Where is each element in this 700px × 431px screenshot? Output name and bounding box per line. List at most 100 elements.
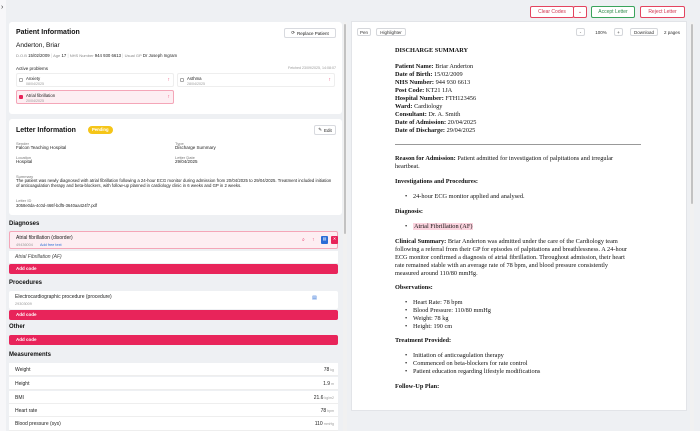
document-icon[interactable]: ▤ [311,295,318,303]
treatment-item: Commenced on beta-blockers for rate cont… [405,360,527,367]
problem-name: Atrial fibrillation [26,93,56,98]
investigations-title: Investigations and Procedures: [395,178,479,185]
value-unit: mmHg [323,422,334,426]
age-value: 17 [61,53,67,58]
download-label: Download [633,29,654,35]
field-value: Briar Anderton [435,63,474,70]
procedures-title: Procedures [9,280,43,286]
clinical-text: Briar Anderton was admitted under the ca… [447,238,618,245]
nhs-label: NHS Number [69,53,94,58]
problem-checkbox-checked[interactable] [19,95,23,99]
measurement-row-heart-rate[interactable]: Heart rate 78bpm [9,404,338,417]
add-free-text-link[interactable]: Add free text [40,243,62,247]
treatment-title: Treatment Provided: [395,337,452,344]
measurement-row-blood-pressure[interactable]: Blood pressure (sys) 110mmHg [9,417,338,431]
procedure-item[interactable]: Electrocardiographic procedure (procedur… [9,291,338,309]
patient-name: Anderton, Briar [16,42,60,49]
document-icon[interactable]: ▤ [321,236,328,244]
letter-info-title: Letter Information [16,127,76,134]
measurement-row-height[interactable]: Height 1.9m [9,377,338,390]
field-label: Hospital Number: [395,95,444,102]
diagnosis-highlighted-text[interactable]: Atrial Fibrillation (AF) [413,223,474,230]
doc-field-ward: Ward: Cardiology [395,103,442,110]
zoom-out-button[interactable]: - [576,28,585,36]
measurement-row-weight[interactable]: Weight 78kg [9,363,338,376]
diagnosis-subitem-text: Atrial Fibrillation (AF) [15,254,62,260]
accept-letter-button[interactable]: Accept Letter [591,6,635,18]
field-value: 944 930 6613 [435,79,471,86]
add-diagnosis-code-button[interactable]: Add code [9,264,338,274]
viewer-scroll-thumb[interactable] [691,24,693,204]
patient-info-title: Patient Information [16,29,80,36]
doc-field-dob: Date of Birth: 15/02/2009 [395,71,463,78]
field-value: KT21 1JA [425,87,453,94]
clear-codes-button[interactable]: Clear Codes [530,6,574,18]
document-title: DISCHARGE SUMMARY [395,47,469,54]
arrow-up-icon[interactable]: ↑ [168,94,171,100]
diagnosis-name: Atrial fibrillation (disorder) [16,235,73,241]
observation-item: Height: 190 cm [405,323,452,330]
measurement-row-bmi[interactable]: BMI 21.6kg/m2 [9,391,338,404]
replace-patient-button[interactable]: ⟳ Replace Patient [284,28,336,38]
add-other-code-button[interactable]: Add code [9,335,338,345]
investigation-item: 24-hour ECG monitor applied and analysed… [405,193,525,200]
arrow-up-icon[interactable]: ↑ [312,237,315,243]
highlighter-tool-button[interactable]: Highlighter [376,28,406,36]
problem-item-atrial-fibrillation[interactable]: Atrial fibrillation 20/04/2025 ↑ [16,90,174,104]
problem-item-asthma[interactable]: Asthma 28/04/2025 ↑ [177,73,335,87]
add-procedure-code-button[interactable]: Add code [9,310,338,320]
observation-item: Weight: 78 kg [405,315,448,322]
pen-tool-button[interactable]: Pen [357,28,371,36]
measurement-name: Height [15,381,30,387]
reason-label: Reason for Admission: [395,155,456,162]
clear-codes-label: Clear Codes [538,9,566,15]
location-value: Hospital [16,159,33,164]
problem-checkbox[interactable] [180,78,184,82]
status-badge: Pending [88,126,113,134]
diagnosis-item[interactable]: Atrial fibrillation (disorder) 49436004 … [9,231,338,249]
horizontal-rule [395,144,641,145]
zoom-out-label: - [579,29,582,35]
sender-value: Falcon Teaching Hospital [16,145,67,150]
page-count-label: 2 pages [663,29,680,35]
value-unit: kg [330,368,334,372]
edit-button[interactable]: ✎ Edit [314,125,336,135]
measurement-name: BMI [15,395,24,401]
field-value: Cardiology [414,103,443,110]
zoom-level: 100% [589,28,613,36]
fetched-timestamp: Fetched 23/09/2025, 14:08:07 [288,66,336,70]
field-label: Post Code: [395,87,425,94]
diagnosis-subitem[interactable]: Atrial Fibrillation (AF) [9,251,338,263]
replace-patient-label: Replace Patient [297,30,329,36]
summary-text: The patient was newly diagnosed with atr… [16,178,332,189]
doc-field-nhs: NHS Number: 944 930 6613 [395,79,470,86]
delete-icon[interactable]: ✕ [331,236,338,244]
highlighter-label: Highlighter [380,29,402,35]
problem-checkbox[interactable] [19,78,23,82]
problem-item-anxiety[interactable]: Anxiety 08/04/2025 ↑ [16,73,174,87]
arrow-up-icon[interactable]: ↑ [329,77,332,83]
reason-line-1: Reason for Admission: Patient admitted f… [395,155,613,162]
zoom-in-label: + [617,29,620,35]
value-number: 110 [314,421,323,427]
arrow-up-icon[interactable]: ↑ [168,77,171,83]
measurements-title: Measurements [9,352,52,358]
download-button[interactable]: Download [630,28,658,36]
measurement-name: Heart rate [15,408,38,414]
treatment-item: Patient education regarding lifestyle mo… [405,368,540,375]
reject-letter-button[interactable]: Reject Letter [640,6,685,18]
dob-label: D.O.B [16,53,27,58]
field-label: NHS Number: [395,79,435,86]
left-panel-scroll-thumb[interactable] [344,24,346,234]
field-value: 15/02/2009 [434,71,463,78]
procedure-code: 29303009 [15,302,32,306]
observation-item: Blood Pressure: 110/80 mmHg [405,307,491,314]
zoom-in-button[interactable]: + [614,28,623,36]
left-strip [0,0,6,431]
measurement-value: 1.9m [323,381,334,387]
clear-codes-dropdown-button[interactable]: ⌄ [573,6,587,18]
treatment-item: Initiation of anticoagulation therapy [405,352,504,359]
accept-letter-label: Accept Letter [598,9,628,15]
search-icon[interactable]: ⌕ [302,237,305,243]
expand-chevron-icon[interactable]: › [1,4,3,11]
